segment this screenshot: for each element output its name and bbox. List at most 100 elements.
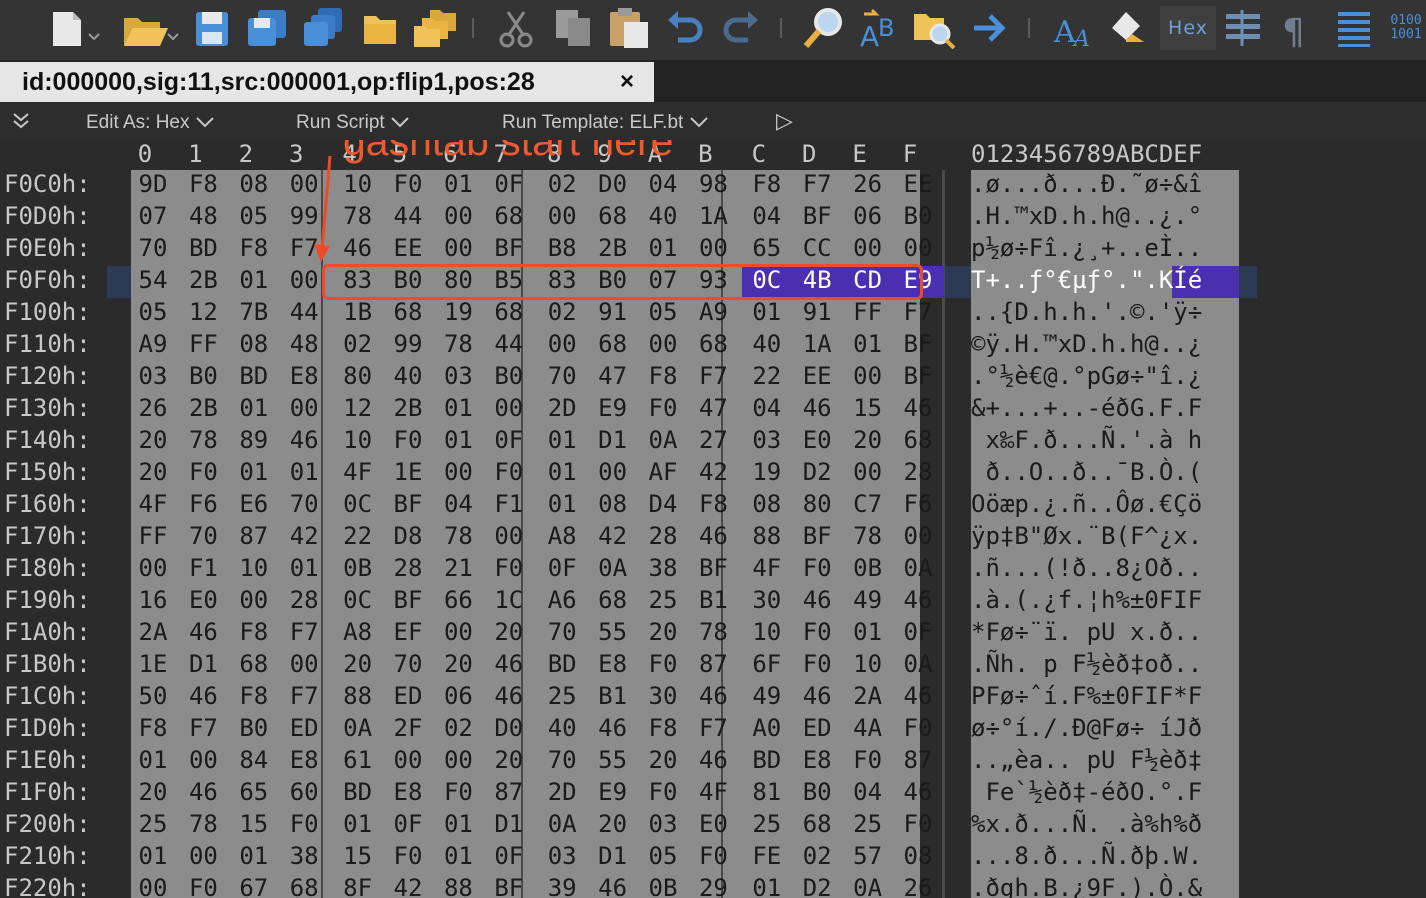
hex-byte[interactable]: 7B [232,298,276,326]
hex-byte[interactable]: A9 [691,298,735,326]
hex-byte[interactable]: 42 [691,458,735,486]
hex-byte[interactable]: D0 [591,170,635,198]
hex-byte[interactable]: 01 [540,426,584,454]
hex-byte[interactable]: 10 [232,554,276,582]
hex-byte[interactable]: 68 [691,330,735,358]
hex-byte[interactable]: 00 [487,394,531,422]
hex-byte[interactable]: EF [386,618,430,646]
hex-byte[interactable]: 38 [641,554,685,582]
hex-byte[interactable]: 70 [540,362,584,390]
hex-byte[interactable]: 99 [386,330,430,358]
hex-byte[interactable]: 87 [232,522,276,550]
hex-byte[interactable]: 28 [386,554,430,582]
hex-byte[interactable]: CC [795,234,839,262]
hex-byte[interactable]: 46 [336,234,380,262]
redo-button[interactable] [720,6,762,50]
row-text[interactable]: .à.(.¿f.¦h%±0FIF [971,586,1202,614]
hex-editor[interactable]: 0123456789ABCDEF 0123456789ABCDEF F0C0h:… [0,140,1426,898]
row-text[interactable]: %x.ð...Ñ. .à%h%ð [971,810,1202,838]
hex-byte[interactable]: 01 [540,490,584,518]
hex-byte[interactable]: B0 [232,714,276,742]
hex-byte[interactable]: 4F [745,554,789,582]
hex-byte[interactable]: F1 [487,490,531,518]
hex-byte[interactable]: 91 [795,298,839,326]
hex-byte[interactable]: 46 [795,394,839,422]
row-text[interactable]: ...8.ð...Ñ.ðþ.W. [971,842,1202,870]
hex-byte[interactable]: 12 [181,298,225,326]
row-text[interactable]: &+...+..-éðG.F.F [971,394,1202,422]
hex-byte[interactable]: 68 [282,874,326,898]
hex-byte[interactable]: 01 [436,842,480,870]
hex-byte[interactable]: 01 [436,394,480,422]
hex-byte[interactable]: 01 [232,842,276,870]
hex-byte[interactable]: 68 [591,586,635,614]
hex-byte[interactable]: E9 [591,778,635,806]
run-template-play-icon[interactable]: ▷ [776,108,793,134]
hex-byte[interactable]: F0 [641,394,685,422]
hex-byte[interactable]: 4F [336,458,380,486]
hex-byte[interactable]: F6 [181,490,225,518]
open-button[interactable] [118,6,182,50]
hex-byte[interactable]: F0 [846,746,890,774]
hex-byte[interactable]: 44 [386,202,430,230]
folder-button[interactable] [360,6,400,50]
hex-byte[interactable]: 29 [691,874,735,898]
hex-byte[interactable]: 46 [795,586,839,614]
hex-byte[interactable]: 01 [232,266,276,294]
hex-byte[interactable]: 20 [641,618,685,646]
hex-byte[interactable]: 1C [487,586,531,614]
hex-byte[interactable]: 03 [131,362,175,390]
hex-byte[interactable]: 4F [691,778,735,806]
hex-byte[interactable]: 03 [436,362,480,390]
hex-byte[interactable]: 07 [131,202,175,230]
hex-view-button[interactable]: Hex [1160,6,1216,50]
hex-byte[interactable]: 30 [745,586,789,614]
hex-byte[interactable]: 2B [591,234,635,262]
hex-byte[interactable]: 00 [846,234,890,262]
hex-byte[interactable]: F7 [691,714,735,742]
hex-byte[interactable]: 15 [846,394,890,422]
hex-byte[interactable]: F0 [641,650,685,678]
hex-byte[interactable]: EE [896,170,940,198]
hex-byte[interactable]: F8 [641,714,685,742]
hex-byte[interactable]: 03 [745,426,789,454]
hex-byte[interactable]: 91 [591,298,635,326]
find-button[interactable] [802,6,846,50]
hex-byte[interactable]: 40 [745,330,789,358]
hex-byte[interactable]: BD [540,650,584,678]
hex-byte[interactable]: B0 [896,202,940,230]
hex-byte[interactable]: 46 [896,778,940,806]
hex-byte[interactable]: 20 [591,810,635,838]
hex-byte[interactable]: F0 [691,842,735,870]
row-text[interactable]: Fe`½èð‡-éðO.°.F [971,778,1202,806]
hex-byte[interactable]: 70 [131,234,175,262]
hex-byte[interactable]: 68 [232,650,276,678]
hex-byte[interactable]: 0A [336,714,380,742]
hex-byte[interactable]: 00 [540,330,584,358]
hex-byte[interactable]: 68 [896,426,940,454]
hex-byte[interactable]: 88 [336,682,380,710]
replace-button[interactable]: AB [856,6,904,50]
hex-byte[interactable]: AF [641,458,685,486]
hex-byte[interactable]: F7 [282,682,326,710]
hex-byte[interactable]: 00 [436,202,480,230]
hex-byte[interactable]: 22 [745,362,789,390]
hex-byte[interactable]: 68 [795,810,839,838]
hex-byte[interactable]: F8 [641,362,685,390]
hex-byte[interactable]: F8 [691,490,735,518]
hex-byte[interactable]: 70 [181,522,225,550]
hex-byte[interactable]: 00 [282,266,326,294]
hex-byte[interactable]: F7 [795,170,839,198]
hex-byte[interactable]: 2F [386,714,430,742]
hex-byte[interactable]: 1A [795,330,839,358]
hex-byte[interactable]: 68 [591,202,635,230]
hex-byte[interactable]: 78 [436,330,480,358]
hex-byte[interactable]: 04 [641,170,685,198]
hex-byte[interactable]: 8F [336,874,380,898]
hex-byte[interactable]: 20 [131,778,175,806]
hex-byte[interactable]: 47 [591,362,635,390]
hex-byte[interactable]: 00 [386,746,430,774]
hex-byte[interactable]: 05 [232,202,276,230]
hex-byte[interactable]: 01 [540,458,584,486]
row-text[interactable]: *Fø÷¨ï. pU x.ð.. [971,618,1202,646]
